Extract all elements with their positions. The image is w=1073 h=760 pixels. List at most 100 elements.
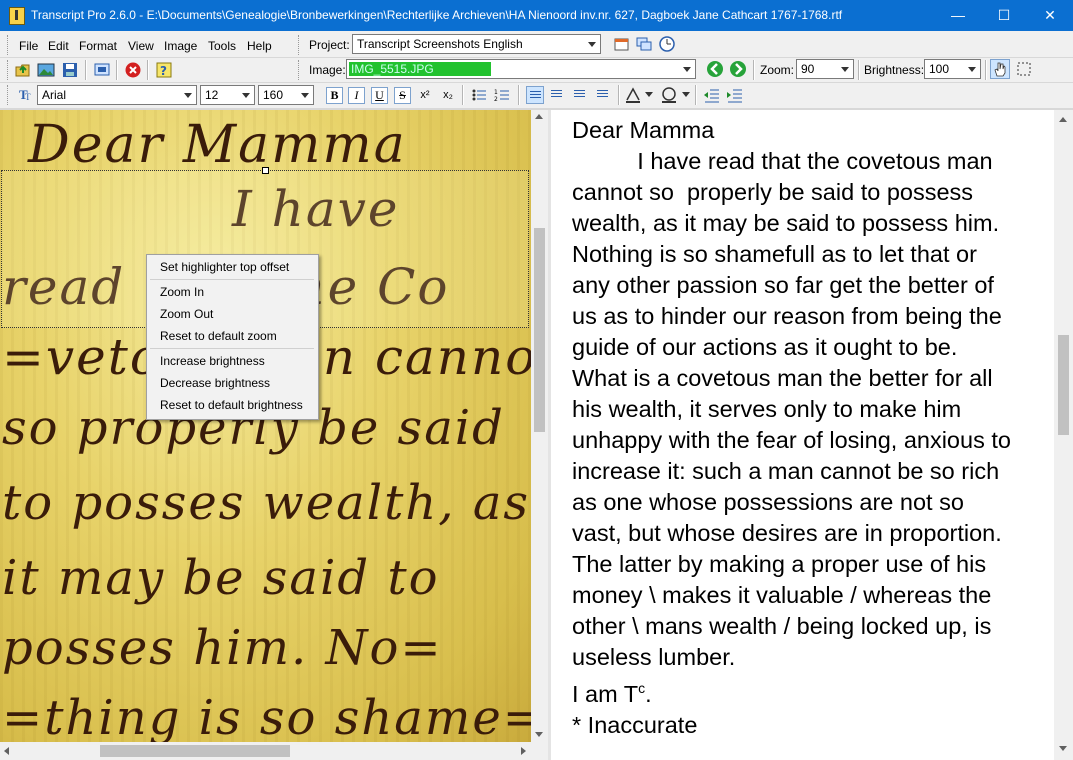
- separator: [985, 60, 987, 80]
- transcript-line: increase it: such a man cannot be so ric…: [572, 458, 1000, 484]
- clock-icon[interactable]: [658, 35, 676, 53]
- highlight-color-icon[interactable]: [660, 86, 678, 104]
- close-button[interactable]: ✕: [1027, 0, 1073, 31]
- app-icon[interactable]: [9, 7, 25, 25]
- separator: [753, 60, 755, 80]
- open-folder-icon[interactable]: [14, 61, 32, 79]
- transcript-editor[interactable]: Dear Mamma I have read that the covetous…: [551, 110, 1054, 760]
- scrollbar-thumb[interactable]: [100, 745, 290, 757]
- decrease-indent-icon[interactable]: [703, 86, 721, 104]
- ctx-decrease-brightness[interactable]: Decrease brightness: [160, 373, 270, 393]
- menu-help[interactable]: Help: [247, 38, 272, 54]
- svg-text:T: T: [25, 92, 31, 102]
- handwriting-line: to posses wealth, as: [2, 475, 531, 531]
- project-select[interactable]: Transcript Screenshots English: [352, 34, 601, 54]
- ctx-reset-zoom[interactable]: Reset to default zoom: [160, 326, 277, 346]
- windows-icon[interactable]: [635, 35, 653, 53]
- ctx-set-highlighter-offset[interactable]: Set highlighter top offset: [160, 257, 289, 277]
- image-vertical-scrollbar[interactable]: [531, 110, 548, 742]
- transcript-text[interactable]: Dear Mamma I have read that the covetous…: [572, 115, 1052, 741]
- brightness-value: 100: [929, 62, 950, 76]
- delete-icon[interactable]: [124, 61, 142, 79]
- text-vertical-scrollbar[interactable]: [1054, 110, 1073, 760]
- align-left-icon[interactable]: [526, 86, 544, 104]
- scrollbar-thumb[interactable]: [1058, 335, 1069, 435]
- save-icon[interactable]: [61, 61, 79, 79]
- transcript-line: wealth, as it may be said to possess him…: [572, 210, 1000, 236]
- align-center-icon[interactable]: [548, 86, 566, 104]
- transcript-line: vast, but whose desires are in proportio…: [572, 520, 1002, 546]
- scrollbar-thumb[interactable]: [534, 228, 545, 432]
- chevron-down-icon[interactable]: [238, 86, 254, 104]
- chevron-down-icon[interactable]: [682, 92, 690, 97]
- text-color-icon[interactable]: [624, 86, 642, 104]
- chevron-down-icon[interactable]: [837, 60, 853, 78]
- chevron-down-icon[interactable]: [180, 86, 196, 104]
- bullet-list-icon[interactable]: [470, 86, 488, 104]
- brightness-select[interactable]: 100: [924, 59, 981, 79]
- maximize-button[interactable]: ☐: [981, 0, 1027, 31]
- menu-file[interactable]: File: [19, 38, 38, 54]
- increase-indent-icon[interactable]: [726, 86, 744, 104]
- minimize-button[interactable]: —: [935, 0, 981, 31]
- previous-image-icon[interactable]: [706, 60, 724, 78]
- scroll-left-icon[interactable]: [4, 747, 9, 755]
- scroll-up-icon[interactable]: [1059, 117, 1067, 122]
- scroll-down-icon[interactable]: [535, 732, 543, 737]
- chevron-down-icon[interactable]: [679, 60, 695, 78]
- image-label: Image:: [309, 63, 346, 77]
- selection-tool-icon[interactable]: [1015, 60, 1033, 78]
- font-size-select[interactable]: 12: [200, 85, 255, 105]
- svg-text:2: 2: [494, 96, 498, 103]
- menu-tools[interactable]: Tools: [208, 38, 236, 54]
- underline-button[interactable]: U: [371, 87, 388, 104]
- scroll-right-icon[interactable]: [521, 747, 526, 755]
- font-name-value: Arial: [42, 88, 67, 102]
- subscript-button[interactable]: x₂: [439, 87, 457, 104]
- handwriting-line: =thing is so shame=: [2, 690, 531, 742]
- new-project-icon[interactable]: [613, 35, 631, 53]
- align-right-icon[interactable]: [571, 86, 589, 104]
- zoom-label: Zoom:: [760, 63, 795, 77]
- menu-edit[interactable]: Edit: [48, 38, 69, 54]
- highlighter-resize-handle[interactable]: [262, 167, 269, 174]
- transcript-line: * Inaccurate: [572, 711, 698, 738]
- transcript-line: unhappy with the fear of losing, anxious…: [572, 427, 1011, 453]
- superscript-button[interactable]: x²: [416, 87, 434, 104]
- menu-view[interactable]: View: [128, 38, 154, 54]
- ctx-zoom-out[interactable]: Zoom Out: [160, 304, 213, 324]
- separator: [147, 60, 149, 80]
- chevron-down-icon[interactable]: [964, 60, 980, 78]
- font-name-select[interactable]: Arial: [37, 85, 197, 105]
- menu-separator: [150, 348, 314, 349]
- open-image-icon[interactable]: [37, 61, 55, 79]
- bold-button[interactable]: B: [326, 87, 343, 104]
- chevron-down-icon[interactable]: [297, 86, 313, 104]
- justify-icon[interactable]: [594, 86, 612, 104]
- image-horizontal-scrollbar[interactable]: [0, 742, 531, 760]
- ctx-zoom-in[interactable]: Zoom In: [160, 282, 204, 302]
- ctx-increase-brightness[interactable]: Increase brightness: [160, 351, 265, 371]
- next-image-icon[interactable]: [729, 60, 747, 78]
- menu-format[interactable]: Format: [79, 38, 117, 54]
- chevron-down-icon[interactable]: [584, 35, 600, 53]
- ctx-reset-brightness[interactable]: Reset to default brightness: [160, 395, 303, 415]
- line-spacing-value: 160: [263, 88, 284, 102]
- numbered-list-icon[interactable]: 12: [493, 86, 511, 104]
- scroll-down-icon[interactable]: [1059, 746, 1067, 751]
- menu-image[interactable]: Image: [164, 38, 197, 54]
- separator: [695, 85, 697, 105]
- scroll-up-icon[interactable]: [535, 114, 543, 119]
- project-label: Project:: [309, 38, 350, 52]
- chevron-down-icon[interactable]: [645, 92, 653, 97]
- image-select[interactable]: IMG_5515.JPG: [346, 59, 696, 79]
- help-icon[interactable]: ?: [155, 61, 173, 79]
- strikethrough-button[interactable]: S: [394, 87, 411, 104]
- italic-button[interactable]: I: [348, 87, 365, 104]
- line-spacing-select[interactable]: 160: [258, 85, 314, 105]
- screen-icon[interactable]: [93, 61, 111, 79]
- zoom-select[interactable]: 90: [796, 59, 854, 79]
- hand-tool-icon[interactable]: [990, 59, 1010, 79]
- font-size-value: 12: [205, 88, 219, 102]
- grip: [298, 60, 302, 80]
